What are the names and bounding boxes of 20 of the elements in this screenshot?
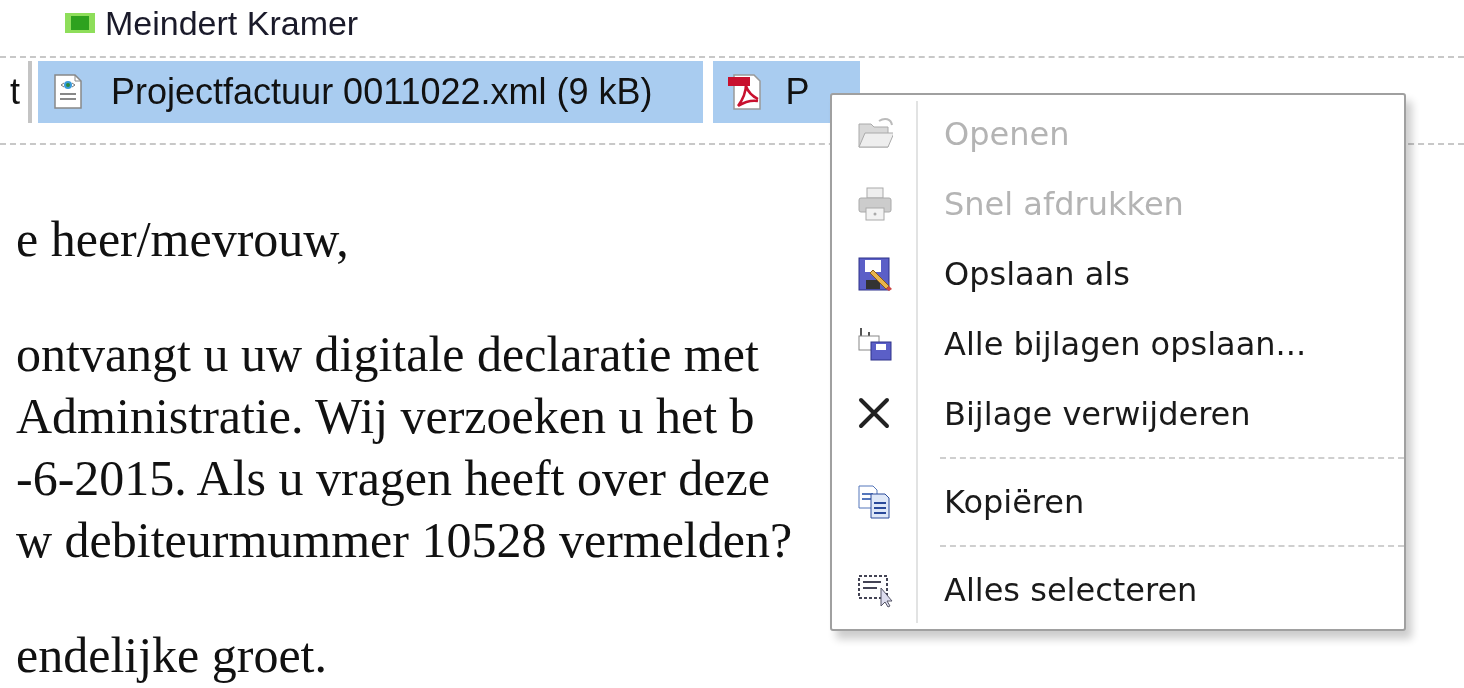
text-line: ontvangt u uw digitale declaratie met xyxy=(16,325,759,384)
menu-item[interactable]: Opslaan als xyxy=(832,239,1404,309)
printer-icon xyxy=(857,186,893,222)
text-line: e heer/mevrouw, xyxy=(16,210,349,269)
sender-name: Meindert Kramer xyxy=(105,3,359,43)
copy-icon xyxy=(857,484,893,520)
text-line: endelijke groet. xyxy=(16,626,327,685)
menu-item[interactable]: Kopiëren xyxy=(832,467,1404,537)
text-line: w debiteurmummer 10528 vermelden? xyxy=(16,511,793,570)
attachment[interactable]: t xyxy=(0,61,26,123)
attachment[interactable]: P xyxy=(712,61,860,123)
menu-item[interactable]: Bijlage verwijderen xyxy=(832,379,1404,449)
pdf-file-icon xyxy=(727,74,762,110)
text-line: -6-2015. Als u vragen heeft over deze xyxy=(16,449,770,508)
select-all-icon xyxy=(857,572,893,608)
menu-item[interactable]: Alle bijlagen opslaan... xyxy=(832,309,1404,379)
attachment[interactable]: Projectfactuur 0011022.xml (9 kB) xyxy=(38,61,703,123)
menu-item[interactable]: Alles selecteren xyxy=(832,555,1404,625)
floppy-pencil-icon xyxy=(857,256,893,292)
text-line: Administratie. Wij verzoeken u het b xyxy=(16,387,755,446)
